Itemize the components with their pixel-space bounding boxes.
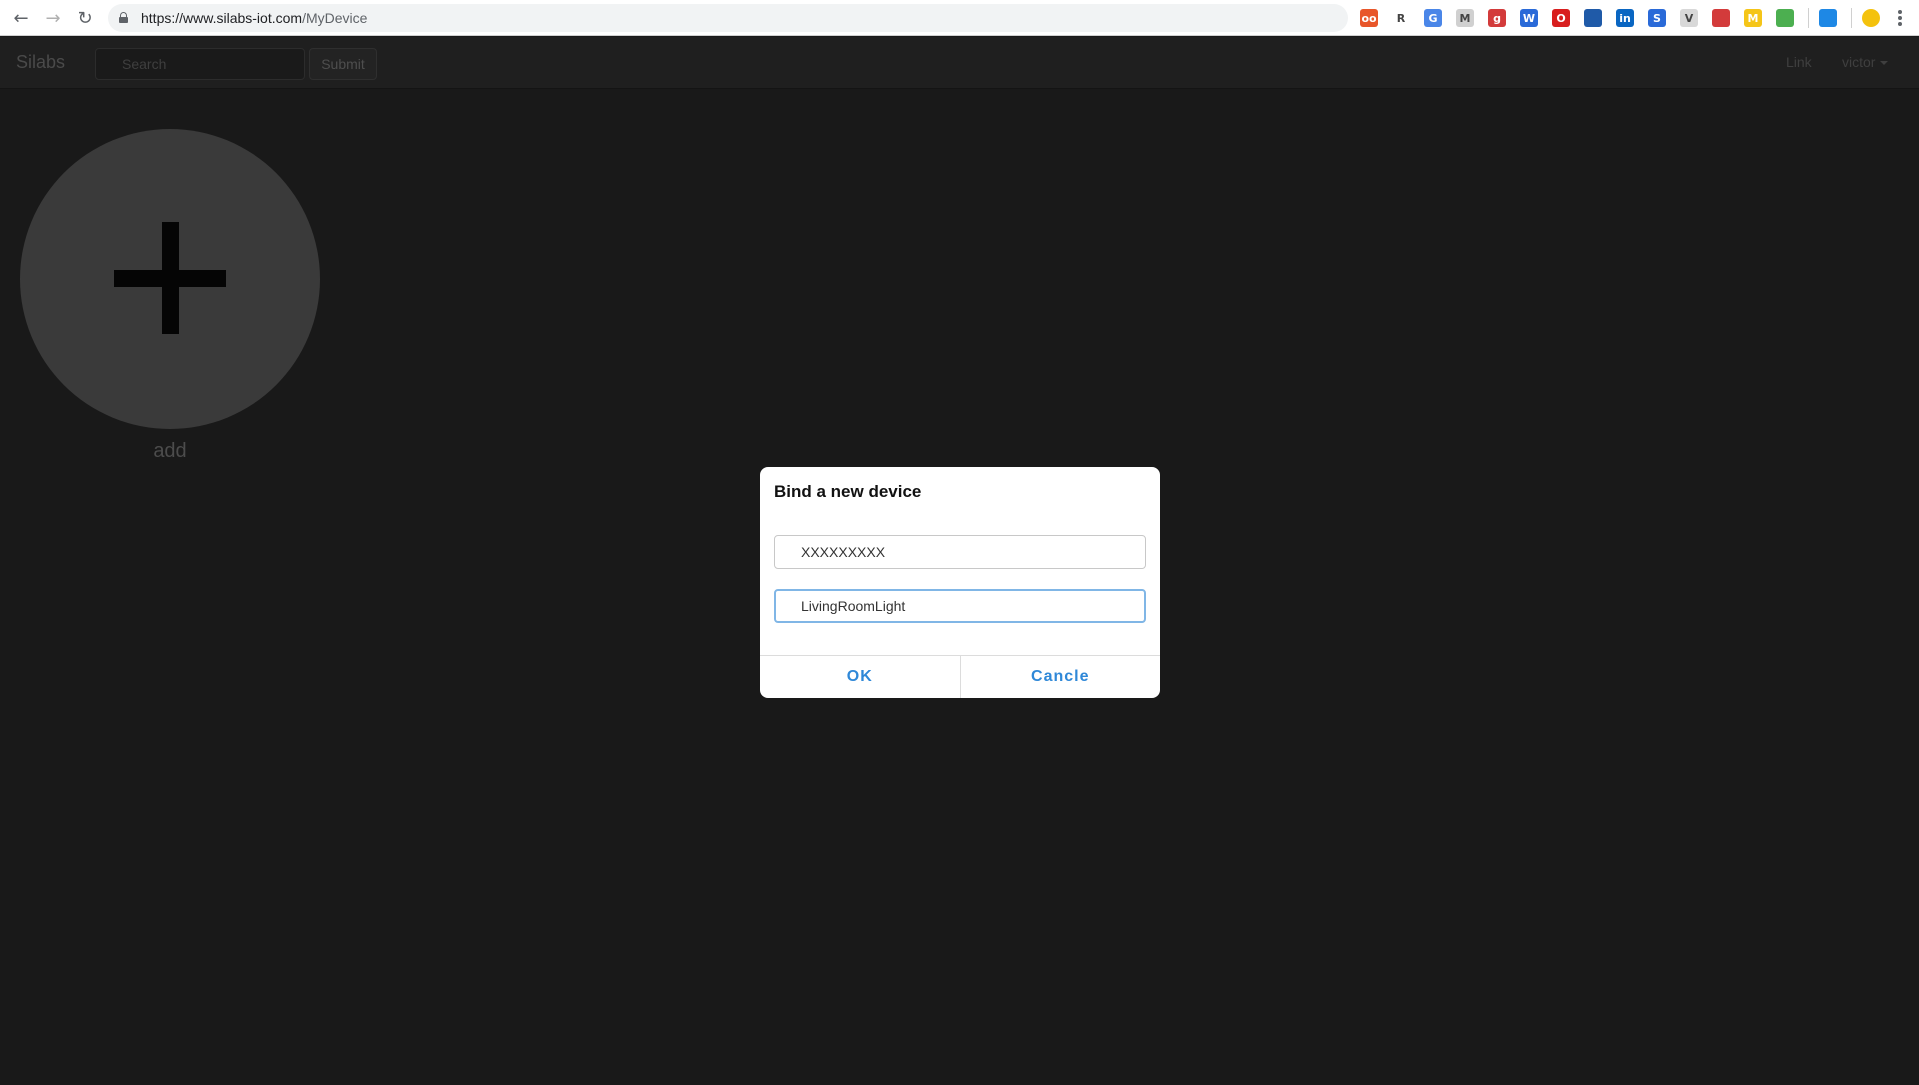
browser-menu-icon[interactable] bbox=[1897, 7, 1903, 29]
cancel-button[interactable]: Cancle bbox=[959, 656, 1161, 698]
gmail-icon[interactable]: M bbox=[1456, 9, 1474, 27]
toolbar-separator bbox=[1851, 8, 1852, 28]
submit-button[interactable]: Submit bbox=[309, 48, 377, 80]
dialog-title: Bind a new device bbox=[774, 482, 922, 501]
url-text[interactable]: https://www.silabs-iot.com/MyDevice bbox=[141, 10, 367, 26]
url-path: /MyDevice bbox=[302, 10, 368, 26]
opera-icon[interactable]: O bbox=[1552, 9, 1570, 27]
lock-icon bbox=[119, 12, 128, 23]
extension-icon-12[interactable] bbox=[1712, 9, 1730, 27]
browser-toolbar: ← → ↻ https://www.silabs-iot.com/MyDevic… bbox=[0, 0, 1919, 36]
extension-icon-11[interactable]: V bbox=[1680, 9, 1698, 27]
extension-icon-2[interactable]: R bbox=[1392, 9, 1410, 27]
linkedin-icon[interactable]: in bbox=[1616, 9, 1634, 27]
forward-arrow-icon[interactable]: → bbox=[41, 6, 65, 30]
search-input[interactable]: Search bbox=[95, 48, 305, 80]
device-id-input[interactable]: XXXXXXXXX bbox=[774, 535, 1146, 569]
extension-icon-13[interactable]: M bbox=[1744, 9, 1762, 27]
extension-icon-6[interactable]: W bbox=[1520, 9, 1538, 27]
user-dropdown[interactable]: victor bbox=[1842, 54, 1889, 70]
profile-avatar-icon[interactable] bbox=[1862, 9, 1880, 27]
bind-device-dialog: Bind a new device XXXXXXXXX LivingRoomLi… bbox=[760, 467, 1160, 698]
caret-down-icon bbox=[1880, 61, 1889, 66]
nav-link[interactable]: Link bbox=[1786, 54, 1812, 70]
dialog-footer: OK Cancle bbox=[760, 655, 1160, 698]
brand-logo[interactable]: Silabs bbox=[16, 52, 65, 73]
back-arrow-icon[interactable]: ← bbox=[9, 6, 33, 30]
reload-icon[interactable]: ↻ bbox=[73, 6, 97, 30]
url-host: https://www.silabs-iot.com bbox=[141, 10, 303, 26]
extension-icon-5[interactable]: g bbox=[1488, 9, 1506, 27]
google-translate-icon[interactable]: G bbox=[1424, 9, 1442, 27]
extension-icon-1[interactable]: oo bbox=[1360, 9, 1378, 27]
extension-icon-10[interactable]: S bbox=[1648, 9, 1666, 27]
extension-icon-14[interactable] bbox=[1776, 9, 1794, 27]
extensions-bar: oo R G Mg W Oin S V M bbox=[1360, 7, 1894, 29]
app-navbar: Silabs Search Submit Link victor bbox=[0, 37, 1919, 89]
plus-icon bbox=[114, 222, 226, 334]
add-device-label: add bbox=[153, 440, 187, 462]
ok-button[interactable]: OK bbox=[760, 656, 960, 698]
device-name-input[interactable]: LivingRoomLight bbox=[774, 589, 1146, 623]
extension-icon-15[interactable] bbox=[1819, 9, 1837, 27]
extension-icon-8[interactable] bbox=[1584, 9, 1602, 27]
toolbar-separator bbox=[1808, 8, 1809, 28]
address-bar[interactable]: https://www.silabs-iot.com/MyDevice ☆ bbox=[108, 4, 1443, 32]
add-device-button[interactable] bbox=[20, 129, 320, 429]
user-name: victor bbox=[1842, 54, 1876, 70]
